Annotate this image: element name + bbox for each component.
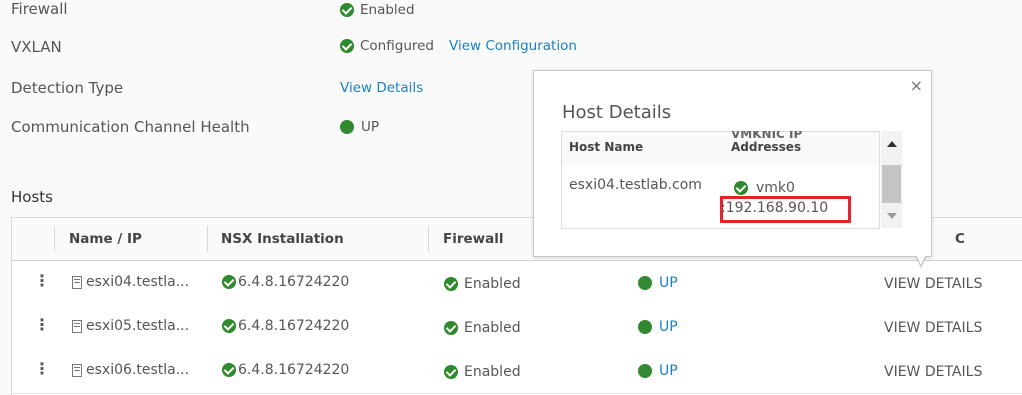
- prop-firewall-value: Enabled: [340, 2, 415, 18]
- status-dot-icon: [340, 120, 354, 134]
- prop-vxlan-label: VXLAN: [11, 38, 62, 56]
- scroll-up-arrow-icon[interactable]: [887, 141, 897, 147]
- prop-firewall-status: Enabled: [360, 2, 415, 18]
- status-dot-icon: [638, 320, 652, 334]
- view-details-link[interactable]: View Details: [340, 80, 423, 96]
- column-header-partial[interactable]: C: [955, 231, 965, 247]
- row-actions-kebab-icon[interactable]: ⋮: [34, 273, 50, 289]
- column-header-addresses: Addresses: [731, 140, 802, 154]
- table-row[interactable]: ⋮ esxi06.testla... 6.4.8.16724220 Enable…: [12, 349, 1022, 394]
- check-circle-icon: [340, 3, 354, 17]
- column-separator: [207, 226, 208, 252]
- health-status: UP: [659, 319, 678, 335]
- host-name: esxi04.testla...: [86, 274, 190, 290]
- popover-title: Host Details: [562, 102, 672, 123]
- health-cell: UP: [638, 363, 678, 379]
- check-circle-icon: [222, 275, 236, 289]
- prop-comm-health-label: Communication Channel Health: [11, 118, 250, 136]
- nsx-installation-cell: 6.4.8.16724220: [222, 274, 349, 290]
- health-status: UP: [659, 363, 678, 379]
- table-row[interactable]: ⋮ esxi05.testla... 6.4.8.16724220 Enable…: [12, 305, 1022, 350]
- server-icon: [72, 363, 82, 377]
- popover-vmk: vmk0: [734, 180, 795, 196]
- firewall-status: Enabled: [464, 364, 521, 380]
- column-header-host-name: Host Name: [569, 140, 644, 154]
- firewall-status: Enabled: [464, 276, 521, 292]
- check-circle-icon: [444, 365, 458, 379]
- vmk-name: vmk0: [756, 180, 795, 196]
- view-configuration-link[interactable]: View Configuration: [449, 38, 577, 54]
- check-circle-icon: [444, 321, 458, 335]
- column-header-nsx-installation[interactable]: NSX Installation: [221, 231, 344, 247]
- nsx-installation-cell: 6.4.8.16724220: [222, 318, 349, 334]
- column-header-name-ip[interactable]: Name / IP: [69, 231, 142, 247]
- server-icon: [72, 319, 82, 333]
- popover-table-header: Host Name VMKNIC IP Addresses: [561, 131, 880, 167]
- column-separator: [428, 226, 429, 252]
- firewall-status: Enabled: [464, 320, 521, 336]
- host-name-cell: esxi06.testla...: [72, 362, 189, 378]
- row-actions-kebab-icon[interactable]: ⋮: [34, 361, 50, 377]
- scroll-down-arrow-icon[interactable]: [887, 213, 897, 219]
- check-circle-icon: [222, 319, 236, 333]
- hosts-heading: Hosts: [11, 188, 53, 206]
- column-header-firewall[interactable]: Firewall: [443, 231, 504, 247]
- popover-scrollbar[interactable]: [881, 131, 902, 228]
- firewall-cell: Enabled: [444, 320, 521, 336]
- close-icon[interactable]: ×: [910, 76, 923, 95]
- server-icon: [72, 275, 82, 289]
- nsx-installation-cell: 6.4.8.16724220: [222, 362, 349, 378]
- row-actions-kebab-icon[interactable]: ⋮: [34, 317, 50, 333]
- host-name: esxi05.testla...: [86, 318, 190, 334]
- prop-firewall-label: Firewall: [11, 0, 68, 18]
- firewall-cell: Enabled: [444, 276, 521, 292]
- popover-host-name: esxi04.testlab.com: [569, 177, 702, 193]
- host-name-cell: esxi04.testla...: [72, 274, 189, 290]
- nsx-version: 6.4.8.16724220: [238, 274, 350, 290]
- host-name: esxi06.testla...: [86, 362, 190, 378]
- ip-highlight-box: [720, 196, 851, 223]
- column-separator: [54, 226, 55, 252]
- view-details-button[interactable]: VIEW DETAILS: [884, 320, 982, 336]
- scroll-thumb[interactable]: [882, 165, 901, 203]
- view-details-button[interactable]: VIEW DETAILS: [884, 364, 982, 380]
- check-circle-icon: [444, 277, 458, 291]
- host-details-popover: × Host Details Host Name VMKNIC IP Addre…: [533, 70, 932, 257]
- nsx-version: 6.4.8.16724220: [238, 362, 350, 378]
- prop-detection-label: Detection Type: [11, 79, 124, 97]
- host-name-cell: esxi05.testla...: [72, 318, 189, 334]
- popover-arrow-fill: [915, 253, 927, 265]
- prop-comm-health-value: UP: [340, 119, 379, 135]
- firewall-cell: Enabled: [444, 364, 521, 380]
- check-circle-icon: [734, 181, 748, 195]
- check-circle-icon: [222, 363, 236, 377]
- status-dot-icon: [638, 364, 652, 378]
- check-circle-icon: [340, 39, 354, 53]
- prop-vxlan-value: Configured View Configuration: [340, 38, 577, 54]
- prop-vxlan-status: Configured: [360, 38, 434, 54]
- prop-comm-health-status: UP: [361, 119, 380, 135]
- nsx-version: 6.4.8.16724220: [238, 318, 350, 334]
- prop-detection-value: View Details: [340, 80, 423, 96]
- health-cell: UP: [638, 319, 678, 335]
